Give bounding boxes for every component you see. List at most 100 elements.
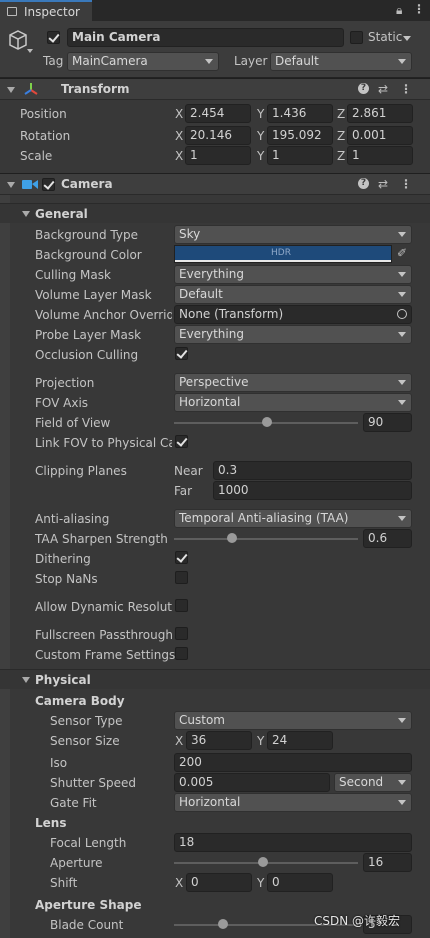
general-section-header[interactable]: General (0, 203, 430, 223)
static-checkbox[interactable] (350, 31, 363, 44)
volume-layer-mask-dropdown[interactable]: Default (174, 285, 412, 304)
anti-aliasing-dropdown[interactable]: Temporal Anti-aliasing (TAA) (174, 509, 412, 528)
tab-inspector[interactable]: Inspector (0, 0, 92, 21)
rotation-x-field[interactable]: 20.146 (185, 126, 251, 145)
preset-icon[interactable]: ⇄ (378, 83, 388, 95)
custom-frame-label: Custom Frame Settings (35, 648, 176, 662)
iso-label: Iso (50, 756, 68, 770)
object-header: Main Camera Static Tag MainCamera Layer … (0, 21, 430, 78)
fov-axis-value: Horizontal (179, 395, 241, 409)
help-icon[interactable]: ? (358, 83, 369, 94)
tag-dropdown[interactable]: MainCamera (67, 52, 219, 71)
menu-icon[interactable]: ⋮ (413, 3, 425, 15)
inspector-icon (7, 7, 17, 16)
scale-x-field[interactable]: 1 (185, 146, 251, 165)
custom-frame-checkbox[interactable] (175, 647, 188, 660)
axis-y-label: Y (257, 734, 265, 748)
background-type-dropdown[interactable]: Sky (174, 225, 412, 244)
field-of-view-slider-handle[interactable] (262, 417, 272, 427)
icon-dropdown-arrow[interactable] (27, 49, 33, 53)
tab-bar: Inspector 🔒︎ ⋮ (0, 0, 430, 21)
occlusion-culling-label: Occlusion Culling (35, 348, 139, 362)
sensor-type-dropdown[interactable]: Custom (174, 711, 412, 730)
shift-x-field[interactable]: 0 (186, 873, 252, 892)
taa-sharpen-field[interactable]: 0.6 (363, 529, 412, 548)
anti-aliasing-label: Anti-aliasing (35, 512, 110, 526)
iso-field[interactable]: 200 (174, 753, 412, 772)
sensor-type-value: Custom (179, 713, 225, 727)
occlusion-culling-checkbox[interactable] (175, 347, 188, 360)
shutter-speed-field[interactable]: 0.005 (174, 773, 330, 792)
rotation-z-field[interactable]: 0.001 (347, 126, 413, 145)
aperture-field[interactable]: 16 (363, 853, 412, 872)
near-label: Near (174, 464, 203, 478)
general-title: General (35, 207, 88, 221)
blade-count-label: Blade Count (50, 918, 124, 932)
dithering-checkbox[interactable] (175, 551, 188, 564)
eyedropper-icon[interactable]: ✐ (397, 247, 407, 259)
fov-axis-dropdown[interactable]: Horizontal (174, 393, 412, 412)
far-field[interactable]: 1000 (213, 481, 412, 500)
aperture-slider-handle[interactable] (258, 857, 268, 867)
fov-axis-label: FOV Axis (35, 396, 89, 410)
transform-component-header[interactable]: Transform ? ⇄ ⋮ (0, 78, 430, 100)
taa-sharpen-slider-handle[interactable] (227, 533, 237, 543)
anti-aliasing-value: Temporal Anti-aliasing (TAA) (179, 511, 349, 525)
axis-z-label: Z (337, 129, 346, 143)
shift-y-field[interactable]: 0 (267, 873, 333, 892)
culling-mask-dropdown[interactable]: Everything (174, 265, 412, 284)
taa-sharpen-slider-track[interactable] (174, 538, 358, 540)
aperture-shape-heading: Aperture Shape (35, 898, 142, 912)
preset-icon[interactable]: ⇄ (378, 178, 388, 190)
link-fov-checkbox[interactable] (175, 435, 188, 448)
dithering-label: Dithering (35, 552, 91, 566)
object-picker-icon[interactable] (397, 309, 407, 319)
rotation-y-field[interactable]: 195.092 (267, 126, 333, 145)
camera-enabled-checkbox[interactable] (42, 178, 55, 191)
transform-icon (24, 83, 38, 95)
sensor-size-y-field[interactable]: 24 (267, 731, 333, 750)
scale-z-field[interactable]: 1 (347, 146, 413, 165)
transform-title: Transform (61, 82, 130, 96)
position-z-field[interactable]: 2.861 (347, 104, 413, 123)
probe-layer-mask-dropdown[interactable]: Everything (174, 325, 412, 344)
chevron-down-icon (205, 59, 213, 64)
position-x-field[interactable]: 2.454 (185, 104, 251, 123)
scale-y-field[interactable]: 1 (267, 146, 333, 165)
help-icon[interactable]: ? (358, 178, 369, 189)
foldout-arrow-icon[interactable] (22, 677, 30, 683)
more-icon[interactable]: ⋮ (400, 83, 412, 95)
layer-label: Layer (234, 54, 268, 68)
position-label: Position (20, 107, 67, 121)
stop-nans-checkbox[interactable] (175, 571, 188, 584)
sensor-size-x-field[interactable]: 36 (186, 731, 252, 750)
chevron-down-icon (398, 400, 406, 405)
foldout-arrow-icon[interactable] (22, 211, 30, 217)
foldout-arrow-icon[interactable] (7, 182, 15, 188)
physical-section-header[interactable]: Physical (0, 669, 430, 689)
dynamic-resolution-checkbox[interactable] (175, 599, 188, 612)
position-y-field[interactable]: 1.436 (267, 104, 333, 123)
projection-dropdown[interactable]: Perspective (174, 373, 412, 392)
active-checkbox[interactable] (47, 31, 60, 44)
background-color-swatch[interactable]: HDR (174, 245, 392, 263)
object-name-field[interactable]: Main Camera (67, 28, 344, 47)
foldout-arrow-icon[interactable] (7, 87, 15, 93)
field-of-view-field[interactable]: 90 (363, 413, 412, 432)
culling-mask-value: Everything (179, 267, 244, 281)
static-dropdown-arrow[interactable] (403, 36, 411, 41)
volume-layer-mask-value: Default (179, 287, 223, 301)
layer-dropdown[interactable]: Default (270, 52, 412, 71)
near-field[interactable]: 0.3 (213, 461, 412, 480)
blade-count-slider-handle[interactable] (218, 919, 228, 929)
shutter-unit-dropdown[interactable]: Second (334, 773, 412, 792)
focal-length-field[interactable]: 18 (174, 833, 412, 852)
camera-component-header[interactable]: Camera ? ⇄ ⋮ (0, 173, 430, 195)
swatch-alpha-bar (175, 260, 391, 262)
lock-icon[interactable]: 🔒︎ (396, 4, 402, 16)
axis-y-label: Y (257, 149, 265, 163)
fullscreen-passthrough-checkbox[interactable] (175, 627, 188, 640)
gate-fit-dropdown[interactable]: Horizontal (174, 793, 412, 812)
volume-anchor-field[interactable]: None (Transform) (174, 305, 412, 324)
more-icon[interactable]: ⋮ (400, 178, 412, 190)
